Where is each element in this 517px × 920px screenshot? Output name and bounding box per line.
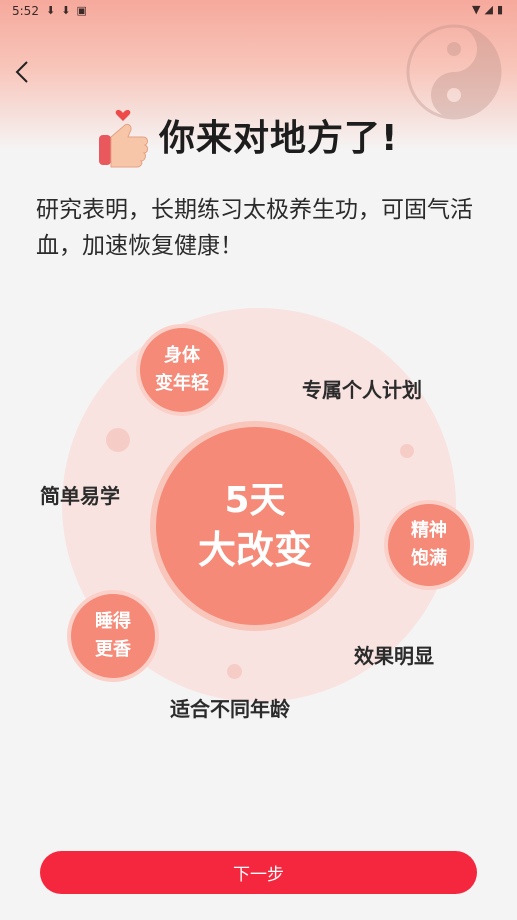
notification-icon: ▣ [76,4,93,17]
feature-label-personal-plan: 专属个人计划 [302,378,422,402]
next-button[interactable]: 下一步 [40,851,477,894]
bubble-line2: 变年轻 [155,373,209,394]
bubble-line1: 精神 [411,520,447,541]
status-left-icons: ⬇⬇▣ [46,4,93,17]
chevron-left-icon [15,61,28,83]
signal-icon: ◢ [484,3,497,16]
thumbs-up-heart-icon [99,109,148,168]
feature-label-effective: 效果明显 [354,644,434,668]
back-button[interactable] [10,58,34,86]
wifi-icon: ▼ [472,3,485,16]
decor-dot [400,444,414,458]
status-time: 5:52 [12,4,39,18]
center-line2: 大改变 [197,528,312,572]
status-right-icons: ▼◢▮ [472,3,507,16]
center-line1: 5天 [224,480,286,521]
decor-dot [227,664,242,679]
center-circle: 5天 大改变 [156,427,354,625]
feature-label-easy: 简单易学 [40,484,120,508]
bubble-line1: 睡得 [95,611,131,632]
page-headline: 你来对地方了! [95,100,435,170]
benefit-bubble-younger: 身体 变年轻 [136,324,228,416]
download-icon: ⬇ [46,4,62,17]
decor-dot [106,428,130,452]
bubble-line1: 身体 [164,345,200,366]
status-bar: 5:52 ⬇⬇▣ ▼◢▮ [0,0,517,24]
bubble-line2: 更香 [95,639,131,660]
download-icon: ⬇ [61,4,77,17]
page-title: 你来对地方了! [159,118,399,159]
intro-text: 研究表明，长期练习太极养生功，可固气活血，加速恢复健康！ [36,197,473,259]
battery-icon: ▮ [496,3,507,16]
benefit-bubble-energy: 精神 饱满 [384,500,474,590]
feature-label-all-ages: 适合不同年龄 [170,697,290,721]
bubble-line2: 饱满 [411,548,447,569]
benefit-bubble-sleep: 睡得 更香 [67,590,159,682]
